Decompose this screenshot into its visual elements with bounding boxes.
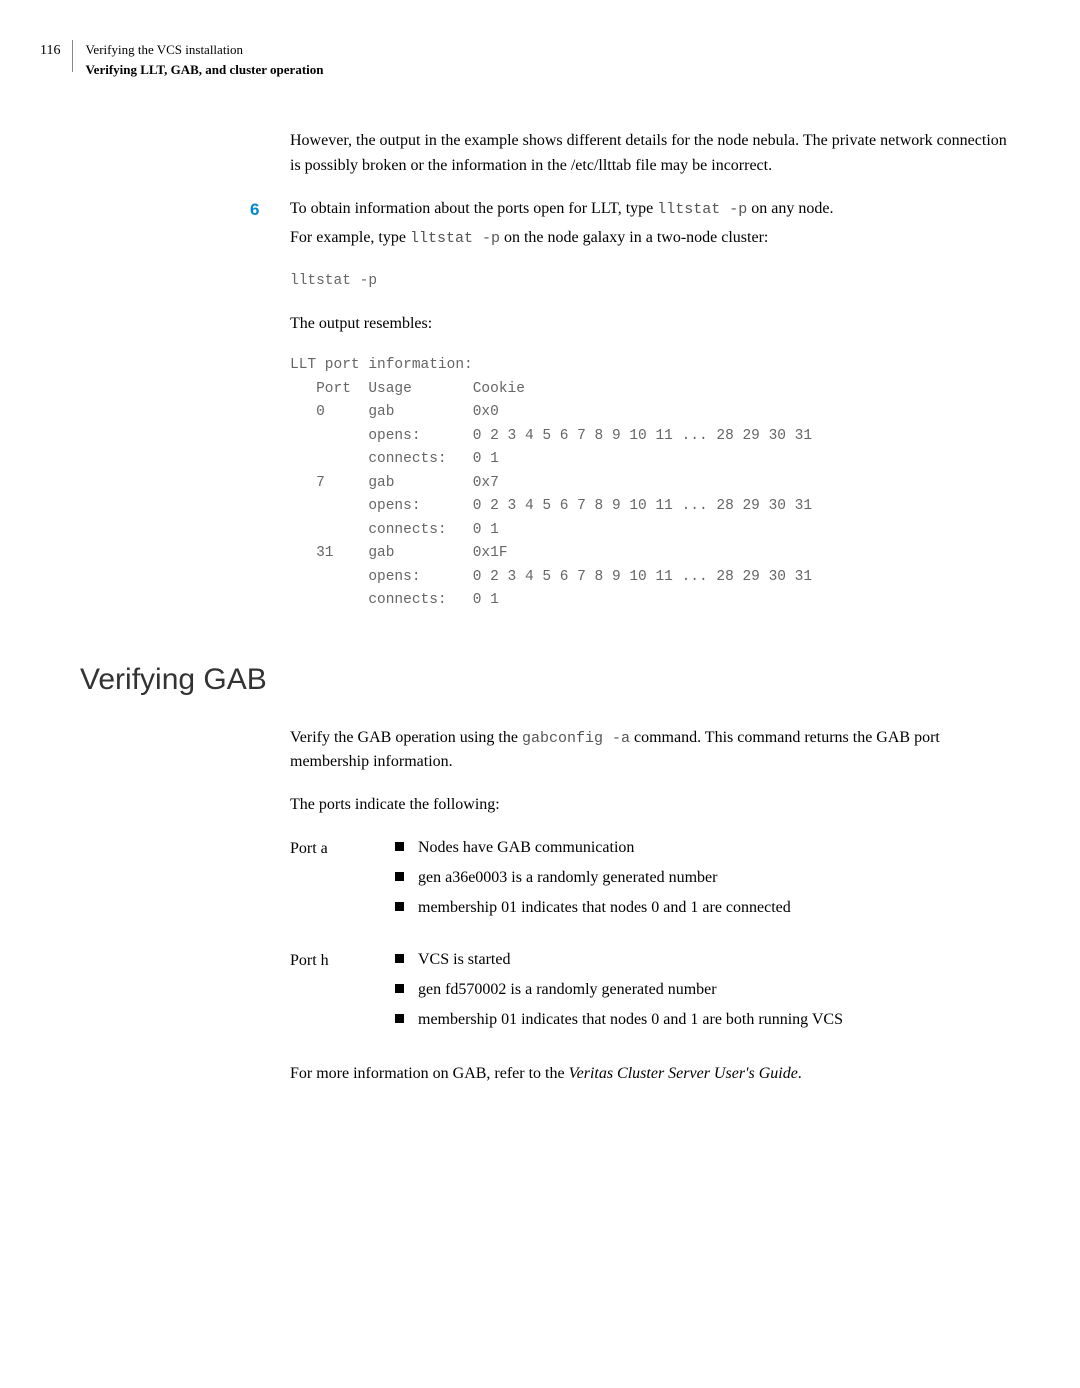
text-span: on the node galaxy in a two-node cluster… <box>500 229 768 246</box>
paragraph: Verify the GAB operation using the gabco… <box>290 726 1020 776</box>
bullet-icon <box>395 872 404 881</box>
port-a-list: Nodes have GAB communication gen a36e000… <box>395 836 1020 926</box>
page-header: 116 Verifying the VCS installation Verif… <box>40 40 1020 79</box>
text-span: For example, type <box>290 229 410 246</box>
list-item-text: membership 01 indicates that nodes 0 and… <box>418 1008 843 1032</box>
list-item-text: VCS is started <box>418 948 510 972</box>
code-block-output: LLT port information: Port Usage Cookie … <box>290 354 1020 612</box>
port-a-row: Port a Nodes have GAB communication gen … <box>290 836 1020 926</box>
text-span: . <box>798 1065 802 1082</box>
page-number: 116 <box>40 40 60 61</box>
paragraph: For more information on GAB, refer to th… <box>290 1062 1020 1087</box>
paragraph: For example, type lltstat -p on the node… <box>290 226 1020 251</box>
text-span: To obtain information about the ports op… <box>290 200 657 217</box>
port-label: Port h <box>290 948 395 1038</box>
italic-citation: Veritas Cluster Server User's Guide <box>569 1065 798 1082</box>
list-item: Nodes have GAB communication <box>395 836 1020 860</box>
paragraph: However, the output in the example shows… <box>290 129 1020 179</box>
bullet-icon <box>395 902 404 911</box>
port-h-row: Port h VCS is started gen fd570002 is a … <box>290 948 1020 1038</box>
paragraph: The ports indicate the following: <box>290 793 1020 818</box>
paragraph: The output resembles: <box>290 312 1020 337</box>
header-text-block: Verifying the VCS installation Verifying… <box>85 40 323 79</box>
text-span: For more information on GAB, refer to th… <box>290 1065 569 1082</box>
list-item-text: membership 01 indicates that nodes 0 and… <box>418 896 791 920</box>
list-item: membership 01 indicates that nodes 0 and… <box>395 896 1020 920</box>
bullet-icon <box>395 842 404 851</box>
list-item: membership 01 indicates that nodes 0 and… <box>395 1008 1020 1032</box>
port-table: Port a Nodes have GAB communication gen … <box>290 836 1020 1038</box>
step-number: 6 <box>250 197 290 223</box>
bullet-icon <box>395 1014 404 1023</box>
step-6: 6 To obtain information about the ports … <box>250 197 1020 223</box>
list-item: VCS is started <box>395 948 1020 972</box>
inline-code: lltstat -p <box>410 230 500 247</box>
heading-verifying-gab: Verifying GAB <box>80 657 1020 702</box>
bullet-icon <box>395 984 404 993</box>
list-item-text: gen a36e0003 is a randomly generated num… <box>418 866 717 890</box>
list-item-text: gen fd570002 is a randomly generated num… <box>418 978 717 1002</box>
list-item-text: Nodes have GAB communication <box>418 836 634 860</box>
step-text: To obtain information about the ports op… <box>290 197 1020 223</box>
list-item: gen fd570002 is a randomly generated num… <box>395 978 1020 1002</box>
header-subtitle: Verifying LLT, GAB, and cluster operatio… <box>85 60 323 80</box>
port-h-list: VCS is started gen fd570002 is a randoml… <box>395 948 1020 1038</box>
bullet-icon <box>395 954 404 963</box>
inline-code: gabconfig -a <box>522 730 630 747</box>
header-title: Verifying the VCS installation <box>85 40 323 60</box>
text-span: on any node. <box>747 200 833 217</box>
code-block: lltstat -p <box>290 269 1020 294</box>
header-separator <box>72 40 73 72</box>
list-item: gen a36e0003 is a randomly generated num… <box>395 866 1020 890</box>
text-span: Verify the GAB operation using the <box>290 729 522 746</box>
inline-code: lltstat -p <box>657 201 747 218</box>
port-label: Port a <box>290 836 395 926</box>
